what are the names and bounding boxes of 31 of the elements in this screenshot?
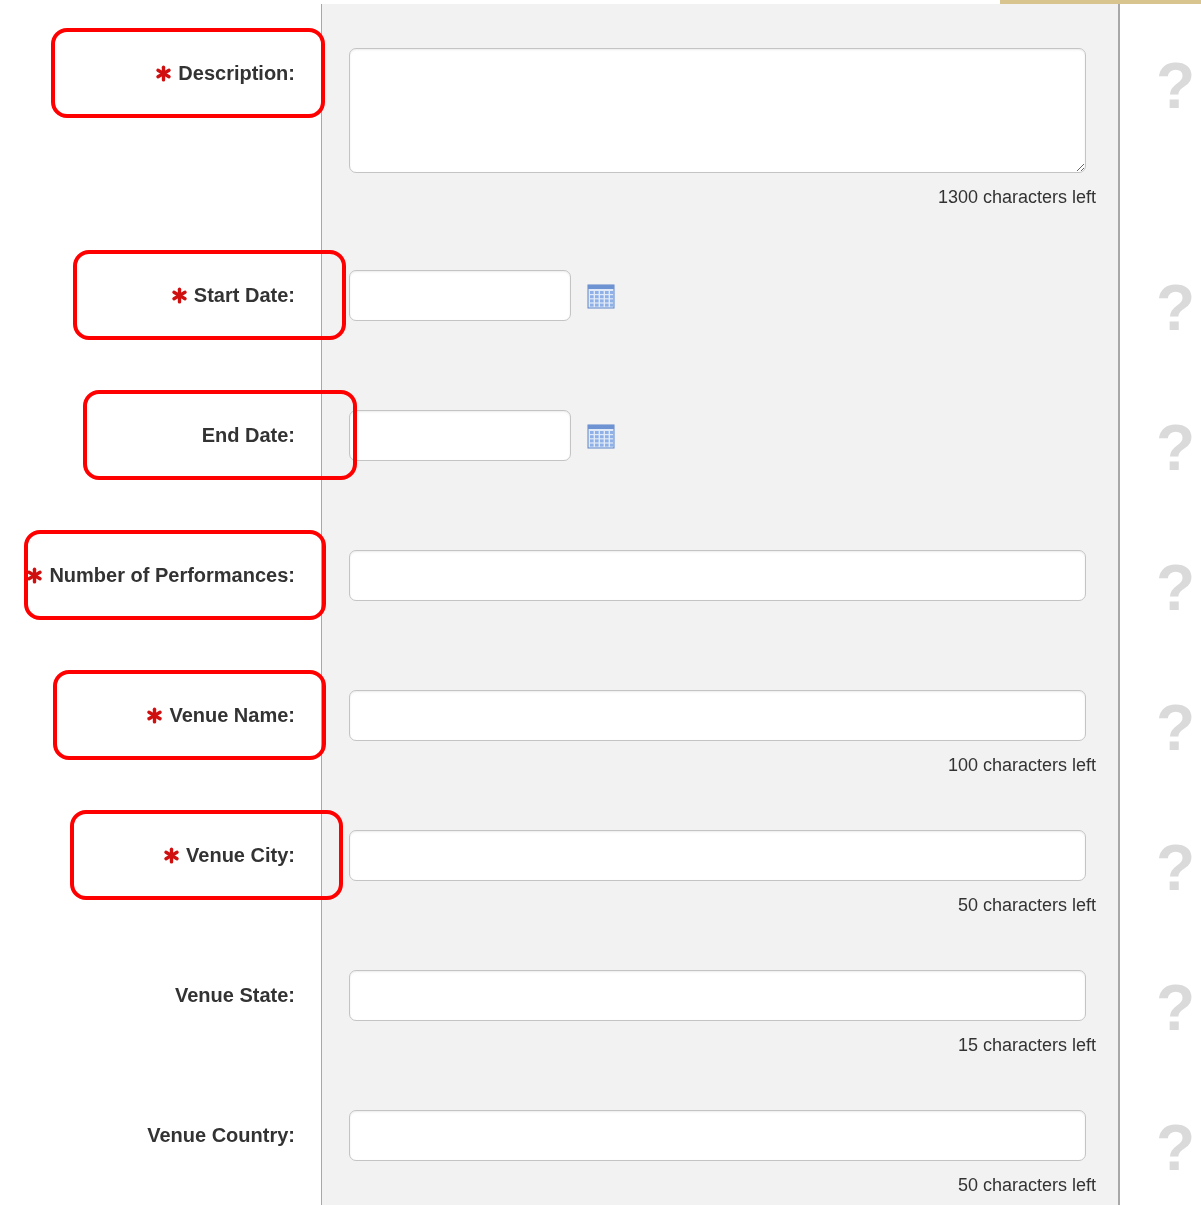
character-counter: 1300 characters left bbox=[936, 187, 1096, 208]
character-counter: 100 characters left bbox=[946, 755, 1096, 776]
help-icon[interactable]: ? bbox=[1156, 832, 1196, 904]
help-icon[interactable]: ? bbox=[1156, 412, 1196, 484]
field-label: Description: bbox=[178, 61, 295, 85]
field-label: Venue Country: bbox=[147, 1123, 295, 1147]
field-label: Venue State: bbox=[174, 983, 295, 1007]
date-field[interactable] bbox=[349, 270, 571, 321]
help-icon[interactable]: ? bbox=[1156, 1112, 1196, 1184]
input-field[interactable] bbox=[349, 690, 1086, 741]
date-field[interactable] bbox=[349, 410, 571, 461]
help-icon[interactable]: ? bbox=[1156, 272, 1196, 344]
input-field[interactable] bbox=[349, 970, 1086, 1021]
help-icon[interactable]: ? bbox=[1156, 972, 1196, 1044]
calendar-icon[interactable] bbox=[587, 422, 615, 449]
field-label: Venue City: bbox=[186, 843, 295, 867]
field-label: Number of Performances: bbox=[49, 563, 295, 587]
help-icon[interactable]: ? bbox=[1156, 692, 1196, 764]
field-label: End Date: bbox=[201, 423, 295, 447]
character-counter: 15 characters left bbox=[956, 1035, 1096, 1056]
input-field[interactable] bbox=[349, 550, 1086, 601]
character-counter: 50 characters left bbox=[956, 895, 1096, 916]
input-field[interactable] bbox=[349, 1110, 1086, 1161]
help-icon[interactable]: ? bbox=[1156, 552, 1196, 624]
calendar-icon[interactable] bbox=[587, 282, 615, 309]
field-label: Start Date: bbox=[193, 283, 295, 307]
input-field[interactable] bbox=[349, 830, 1086, 881]
character-counter: 50 characters left bbox=[956, 1175, 1096, 1196]
field-label: Venue Name: bbox=[169, 703, 295, 727]
help-icon[interactable]: ? bbox=[1156, 50, 1196, 122]
text-area[interactable] bbox=[349, 48, 1086, 173]
